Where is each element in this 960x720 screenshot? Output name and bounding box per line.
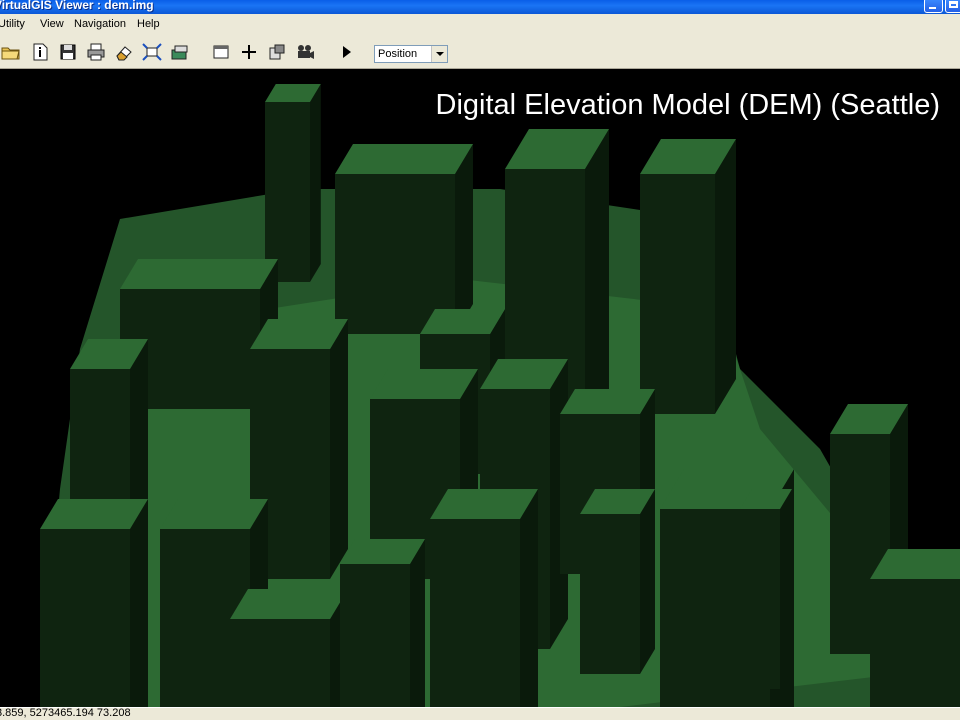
building-side-tower-a <box>310 84 321 282</box>
building-side-block-p <box>130 499 148 707</box>
building-side-block-t <box>640 489 655 674</box>
building-roof-block-e <box>120 259 278 289</box>
building-side-tower-u <box>780 489 792 689</box>
menu-utility[interactable]: Utility <box>0 18 25 30</box>
play-icon[interactable] <box>335 42 357 62</box>
layers-icon[interactable] <box>169 42 191 62</box>
tools-icon[interactable] <box>266 42 288 62</box>
building-roof-block-k <box>560 389 655 414</box>
zoom-extent-icon[interactable] <box>141 42 163 62</box>
status-coordinates: 3.859, 5273465.194 73.208 <box>0 707 131 719</box>
info-document-icon[interactable] <box>29 42 51 62</box>
building-wall-block-p <box>40 529 130 707</box>
eraser-icon[interactable] <box>113 42 135 62</box>
open-folder-icon[interactable] <box>0 42 22 62</box>
building-side-tower-d <box>715 139 736 414</box>
building-wall-tower-o <box>430 519 520 707</box>
movie-camera-icon[interactable] <box>294 42 316 62</box>
building-side-tower-o <box>520 489 538 707</box>
dem-viewport[interactable]: Digital Elevation Model (DEM) (Seattle) <box>0 69 960 707</box>
mode-select[interactable]: Position <box>374 45 448 63</box>
mode-select-value: Position <box>378 48 418 60</box>
building-roof-block-i <box>370 369 478 399</box>
menu-bar: Utility View Navigation Help <box>0 14 960 36</box>
building-side-block-b <box>455 144 473 334</box>
building-wall-block-n <box>870 579 960 707</box>
print-icon[interactable] <box>85 42 107 62</box>
building-roof-tower-o <box>430 489 538 519</box>
window-title: VirtualGIS Viewer : dem.img <box>0 0 154 12</box>
building-wall-tower-a <box>265 102 310 282</box>
toolbar: Position <box>0 36 960 69</box>
status-bar: 3.859, 5273465.194 73.208 <box>0 707 960 720</box>
building-wall-tower-u <box>740 509 780 689</box>
building-roof-block-s <box>340 539 425 564</box>
viewport-overlay-title: Digital Elevation Model (DEM) (Seattle) <box>435 89 940 121</box>
building-roof-block-h <box>420 309 505 334</box>
menu-view[interactable]: View <box>40 18 64 30</box>
dem-3d-scene <box>40 84 960 707</box>
maximize-button[interactable] <box>945 0 960 13</box>
minimize-button[interactable] <box>924 0 943 13</box>
building-wall-block-s <box>340 564 410 707</box>
building-side-block-s <box>410 539 425 707</box>
building-wall-tower-d <box>640 174 715 414</box>
menu-help[interactable]: Help <box>137 18 160 30</box>
building-wall-block-t <box>580 514 640 674</box>
building-wall-block-r <box>230 619 330 707</box>
menu-navigation[interactable]: Navigation <box>74 18 126 30</box>
building-roof-block-q <box>160 499 268 529</box>
building-roof-block-p <box>40 499 148 529</box>
save-disk-icon[interactable] <box>57 42 79 62</box>
building-side-tower-g <box>330 319 348 579</box>
building-roof-block-b <box>335 144 473 174</box>
chevron-down-icon[interactable] <box>431 46 447 62</box>
building-roof-block-r <box>230 589 348 619</box>
window-icon[interactable] <box>210 42 232 62</box>
title-bar: VirtualGIS Viewer : dem.img <box>0 0 960 14</box>
crosshair-icon[interactable] <box>238 42 260 62</box>
